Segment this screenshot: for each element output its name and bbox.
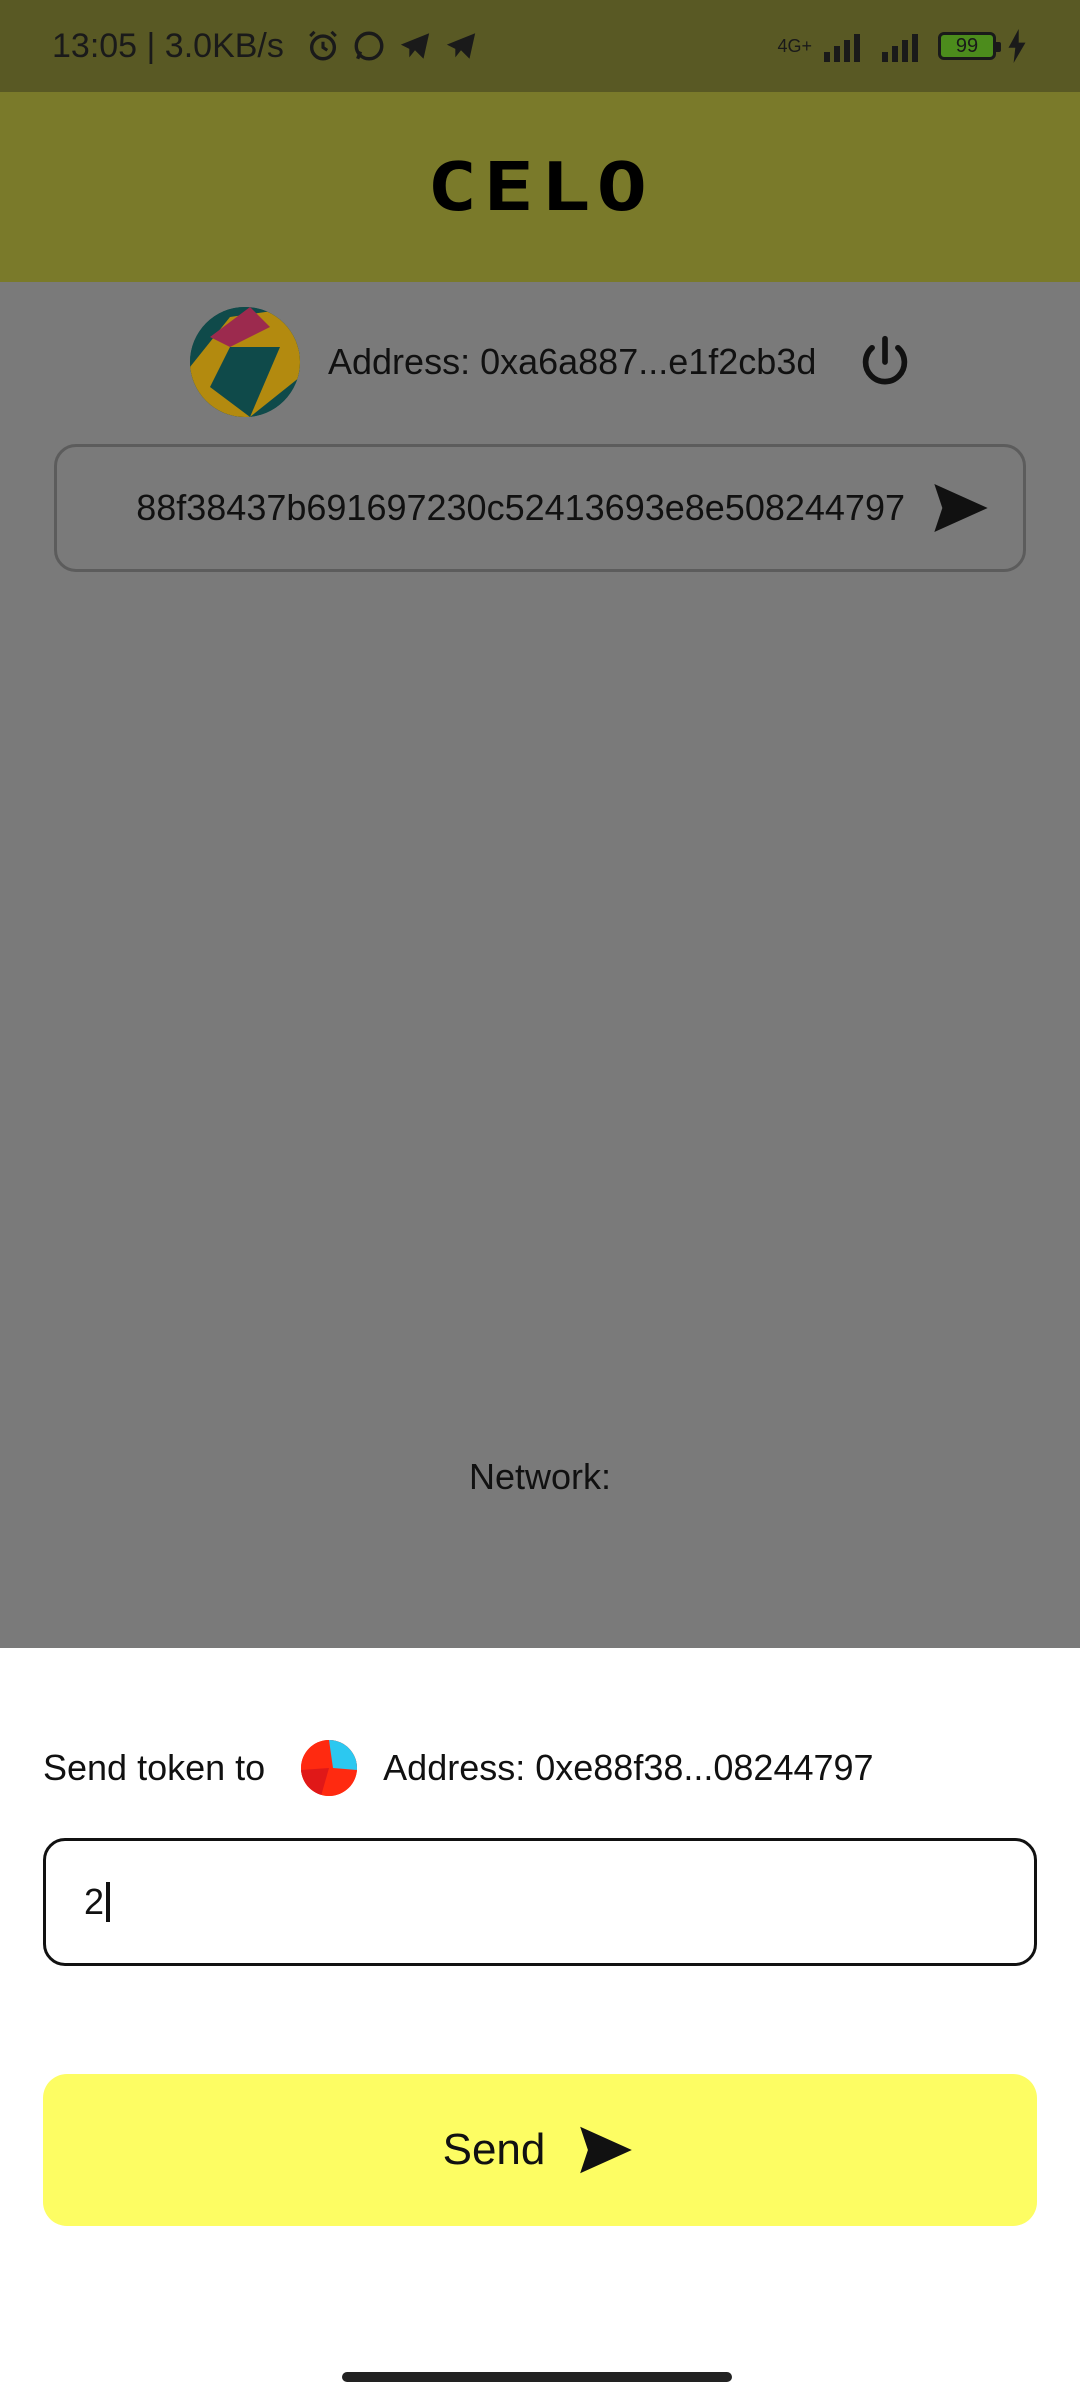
charging-icon [1008,29,1026,63]
network-label: Network: [468,1456,612,1497]
battery-icon: 99 [938,32,1001,60]
account-address: Address: 0xa6a887...e1f2cb3d [328,341,817,382]
account-avatar [190,307,300,417]
status-bar: 13:05 | 3.0KB/s 4G+ 99 [0,0,1080,92]
recipient-avatar [301,1740,358,1796]
amount-input[interactable]: 2 [43,1838,1037,1966]
alarm-icon [309,30,337,61]
app-bar: CeLO [0,92,1080,282]
sheet-title: Send token to [43,1747,266,1788]
signal-icon [882,34,918,62]
recipient-address: Address: 0xe88f38...08244797 [383,1747,874,1788]
signal-icon [824,34,860,62]
sheet-header: Send token to Address: 0xe88f38...082447… [43,1730,874,1806]
amount-value: 2 [84,1881,105,1922]
telegram-icon [446,33,476,59]
status-time: 13:05 | 3.0KB/s [52,26,284,65]
whatsapp-icon [354,31,384,61]
recipient-address-input[interactable]: 88f38437b691697230c52413693e8e508244797 [54,444,1026,572]
send-icon [580,2126,633,2174]
power-icon[interactable] [854,331,916,393]
send-button[interactable]: Send [43,2074,1037,2226]
text-caret [106,1882,111,1922]
send-icon[interactable] [929,476,993,540]
home-indicator[interactable] [342,2372,732,2382]
send-token-sheet: Send token to Address: 0xe88f38...082447… [0,1648,1080,2400]
account-row: Address: 0xa6a887...e1f2cb3d [190,306,916,418]
battery-level: 99 [955,34,979,57]
recipient-address-value: 88f38437b691697230c52413693e8e508244797 [136,487,905,528]
network-type: 4G+ [777,35,812,56]
send-button-label: Send [442,2125,546,2174]
telegram-icon [400,33,430,59]
celo-logo: CeLO [426,147,654,227]
